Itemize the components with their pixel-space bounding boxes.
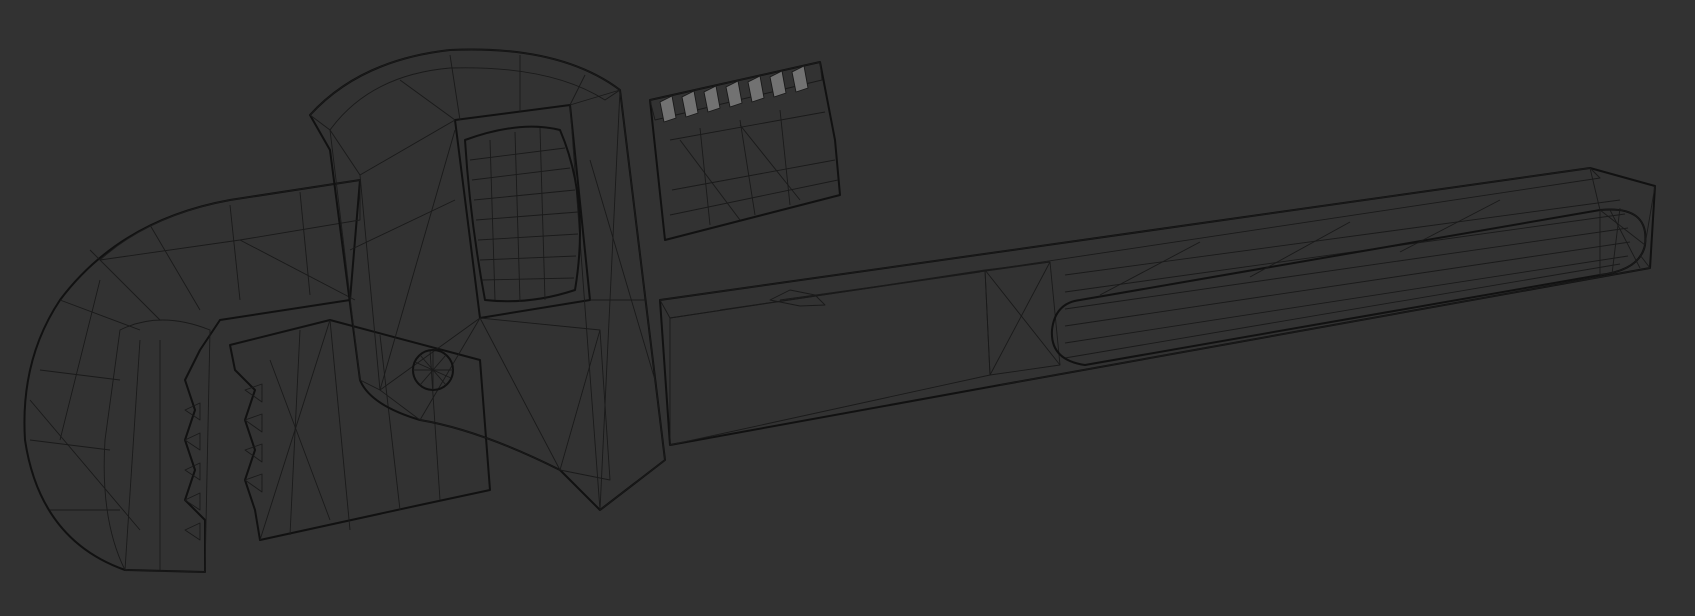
handle-grip-lines (999, 199, 1651, 386)
hanging-hole (1050, 208, 1647, 366)
adjusting-nut (464, 125, 581, 303)
hook-jaw-teeth (184, 402, 201, 541)
upper-rack (649, 61, 841, 241)
heel-jaw (229, 319, 491, 541)
heel-jaw-teeth (244, 383, 263, 493)
hook-jaw (23, 179, 361, 573)
rivet (412, 349, 454, 391)
handle (659, 167, 1656, 446)
mesh-artifact (769, 289, 826, 307)
pipe-wrench-model (23, 48, 1656, 573)
3d-viewport[interactable] (0, 0, 1695, 616)
